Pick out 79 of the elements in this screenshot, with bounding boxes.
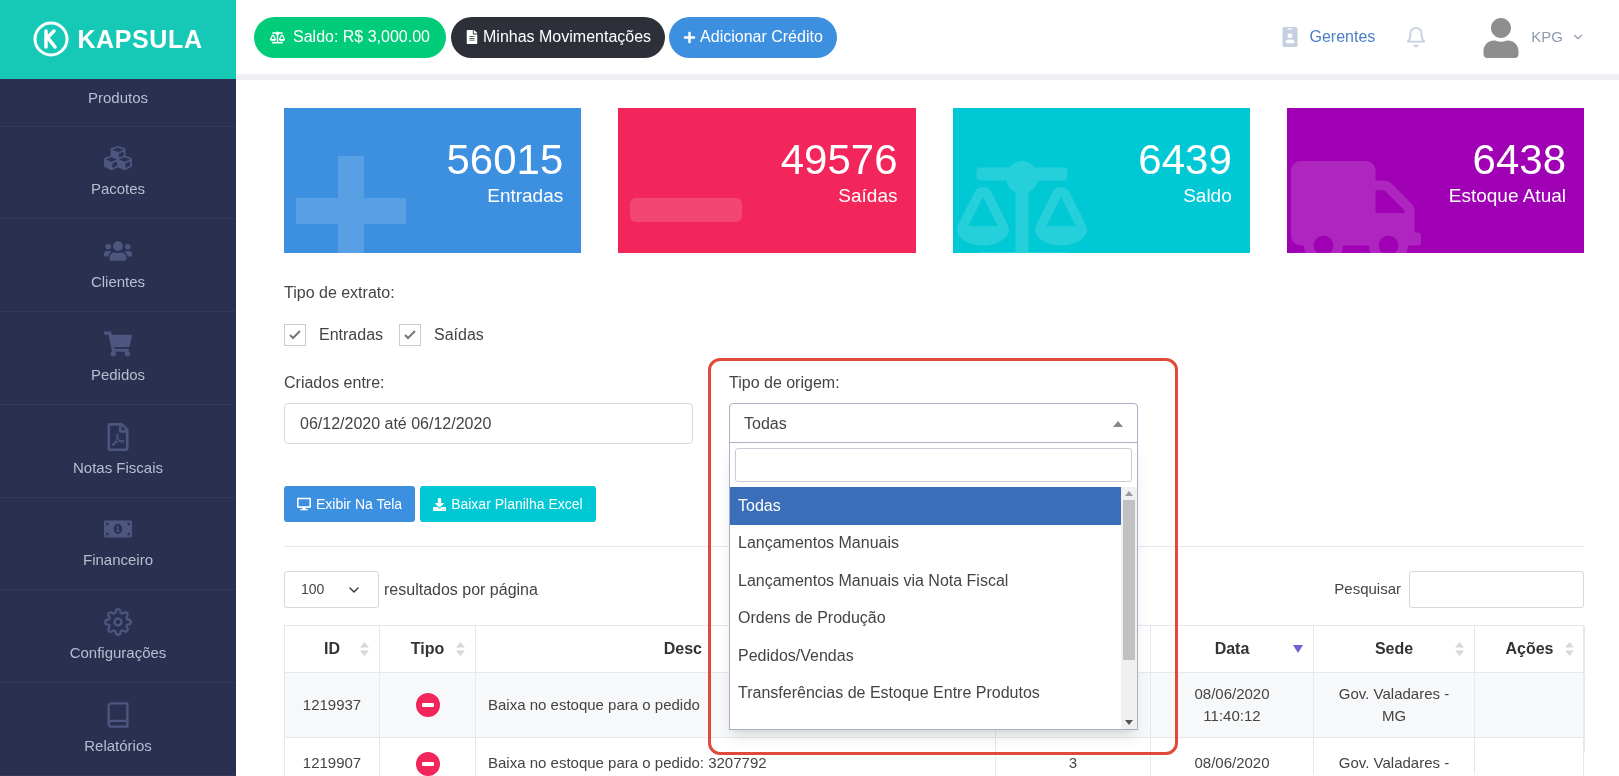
column-header[interactable]: ID	[324, 637, 340, 661]
sidebar-item[interactable]: Relatórios	[0, 683, 236, 776]
cubes-icon	[104, 144, 132, 173]
scale-icon	[270, 29, 285, 45]
column-header[interactable]: Tipo	[410, 637, 445, 661]
created-label: Criados entre:	[284, 373, 385, 393]
table-cell-text: Gov. Valadares -	[1338, 753, 1450, 773]
sort-icon[interactable]	[1565, 642, 1574, 656]
scroll-down-icon[interactable]	[1125, 720, 1133, 725]
sidebar-item[interactable]: Configurações	[0, 590, 236, 684]
scroll-up-icon[interactable]	[1125, 491, 1133, 496]
minus-icon	[630, 198, 743, 222]
table-cell-text: Baixa no estoque para o pedido	[488, 694, 700, 715]
sort-icon[interactable]	[360, 642, 369, 656]
dropdown-search-field[interactable]	[735, 448, 1132, 482]
checkbox-label: Saídas	[434, 325, 484, 345]
dropdown-option[interactable]: Todas	[730, 487, 1121, 525]
managers-link[interactable]: Gerentes	[1279, 25, 1376, 49]
document-icon	[465, 30, 479, 44]
sidebar-item[interactable]: Pedidos	[0, 312, 236, 405]
check-icon	[289, 330, 301, 340]
caret-up-icon	[1113, 420, 1123, 427]
checkbox[interactable]	[284, 324, 306, 346]
cart-icon	[104, 329, 132, 358]
sidebar-item[interactable]: Notas Fiscais	[0, 404, 236, 498]
checkbox-label: Entradas	[319, 325, 384, 345]
table-cell-text: 1219937	[302, 694, 362, 715]
sort-icon[interactable]	[456, 642, 465, 656]
dropdown-option[interactable]: Ordens de Produção	[730, 599, 1121, 637]
sidebar-item[interactable]: Clientes	[0, 219, 236, 313]
column-header[interactable]: Desc	[663, 637, 702, 661]
user-avatar[interactable]	[1483, 16, 1520, 58]
sidebar-item[interactable]: Produtos	[0, 78, 236, 127]
movements-button[interactable]: Minhas Movimentações	[451, 16, 666, 58]
logo-icon	[33, 21, 70, 58]
settings-icon	[104, 608, 132, 637]
logo: KAPSULA	[33, 20, 203, 59]
page-size-label: resultados por página	[384, 579, 538, 600]
stat-label: Saldo	[1183, 184, 1232, 208]
stat-value: 6439	[1138, 136, 1232, 184]
search-field[interactable]	[1409, 571, 1584, 608]
minus-circle-icon	[415, 693, 440, 717]
stat-value: 56015	[446, 136, 564, 184]
statement-type-label: Tipo de extrato:	[284, 283, 395, 303]
date-range-field[interactable]: 06/12/2020 até 06/12/2020	[284, 403, 693, 444]
table-cell-text: Baixa no estoque para o pedido: 3207792	[488, 753, 767, 773]
stat-label: Saídas	[838, 184, 898, 208]
origin-label: Tipo de origem:	[729, 373, 840, 393]
scrollbar[interactable]	[1121, 487, 1137, 729]
dropdown-option[interactable]: Transferências de Estoque Entre Produtos	[730, 674, 1121, 712]
notifications-icon[interactable]	[1405, 26, 1428, 48]
column-header[interactable]: Ações	[1505, 637, 1554, 661]
download-icon	[433, 497, 447, 511]
table-cell-text: 3	[1068, 753, 1078, 773]
dropdown-option[interactable]: Lançamentos Manuais via Nota Fiscal	[730, 562, 1121, 600]
stat-value: 6438	[1472, 136, 1566, 184]
stat-value: 49576	[780, 136, 898, 184]
stat-label: Estoque Atual	[1448, 184, 1566, 208]
dropdown-option[interactable]: Pedidos/Vendas	[730, 637, 1121, 675]
page-size-select[interactable]: 100	[284, 571, 379, 608]
checkbox[interactable]	[399, 324, 422, 346]
column-header[interactable]: Data	[1214, 637, 1250, 661]
table-cell-text: Gov. Valadares - MG	[1338, 684, 1450, 726]
search-label: Pesquisar	[1334, 579, 1401, 600]
table-cell-text: 08/06/2020	[1194, 753, 1270, 773]
stat-label: Entradas	[487, 184, 564, 208]
monitor-icon	[297, 497, 311, 511]
sort-icon[interactable]	[1455, 642, 1464, 656]
plus-icon	[296, 156, 406, 253]
table-cell-text: 08/06/2020 11:40:12	[1194, 684, 1270, 726]
column-header[interactable]: Sede	[1374, 637, 1414, 661]
dropdown-option[interactable]: Lançamentos Manuais	[730, 524, 1121, 562]
sort-descending-icon[interactable]	[1293, 645, 1303, 653]
sidebar-item[interactable]: Pacotes	[0, 126, 236, 220]
table-cell-text: 1219907	[302, 753, 362, 773]
person-icon	[1483, 18, 1520, 58]
plus-icon	[683, 30, 697, 44]
check-icon	[404, 330, 417, 340]
sidebar-item[interactable]: Financeiro	[0, 497, 236, 591]
